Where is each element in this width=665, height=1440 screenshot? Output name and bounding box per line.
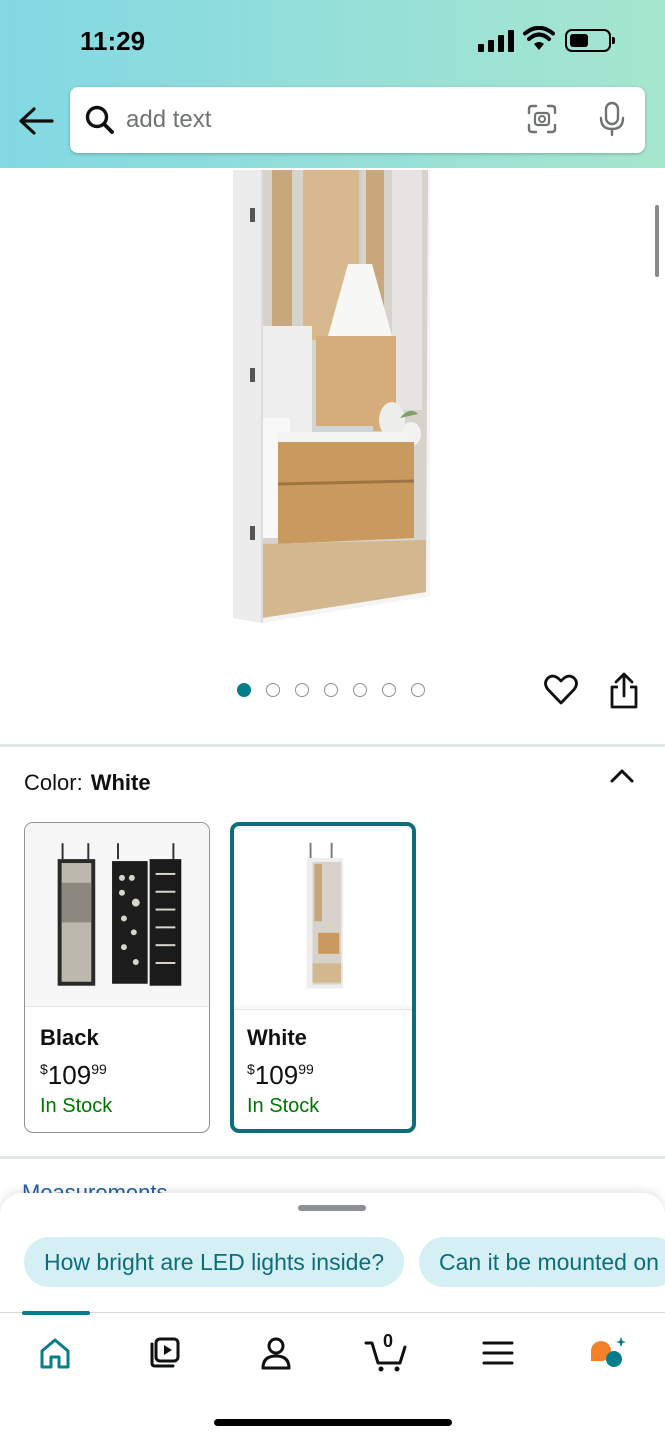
pager-dot[interactable] <box>353 683 367 697</box>
search-bar[interactable] <box>70 87 645 153</box>
price-whole: 109 <box>47 1060 92 1090</box>
image-pager[interactable] <box>237 683 425 697</box>
measurements-heading[interactable]: Measurements <box>22 1180 168 1194</box>
search-icon <box>85 105 114 134</box>
heart-icon[interactable] <box>543 672 579 708</box>
pager-dot[interactable] <box>295 683 309 697</box>
account-icon[interactable] <box>251 1333 301 1373</box>
status-time: 11:29 <box>80 26 146 56</box>
price-whole: 109 <box>254 1060 299 1090</box>
battery-icon <box>565 29 615 52</box>
home-indicator[interactable] <box>214 1419 452 1426</box>
swatch-price: $10999 <box>40 1060 107 1091</box>
sheet-drag-handle[interactable] <box>298 1205 366 1211</box>
price-symbol: $ <box>40 1061 48 1077</box>
swatch-thumbnail-white <box>234 826 412 1010</box>
cart-count: 0 <box>383 1331 394 1351</box>
section-divider <box>0 1156 665 1159</box>
pager-dot[interactable] <box>382 683 396 697</box>
section-divider <box>0 744 665 747</box>
variant-label: Color: White <box>24 770 151 796</box>
bottom-tab-bar: 0 <box>0 1311 665 1440</box>
active-tab-indicator <box>22 1311 90 1315</box>
swatch-stock-status: In Stock <box>40 1095 113 1117</box>
swatch-stock-status: In Stock <box>247 1095 320 1117</box>
swatch-price: $10999 <box>247 1060 314 1091</box>
product-image[interactable] <box>0 168 665 668</box>
wifi-icon <box>523 26 555 50</box>
share-icon[interactable] <box>608 672 640 710</box>
app-header: 11:29 <box>0 0 665 168</box>
price-cents: 99 <box>298 1061 314 1077</box>
cart-tab[interactable]: 0 <box>362 1331 412 1373</box>
swatch-black[interactable]: Black $10999 In Stock <box>24 822 210 1133</box>
rufus-icon[interactable] <box>585 1333 635 1373</box>
pager-dot[interactable] <box>411 683 425 697</box>
page-scrollbar[interactable] <box>655 205 659 277</box>
swatch-name: White <box>247 1025 307 1050</box>
menu-icon[interactable] <box>473 1333 523 1373</box>
suggestions-sheet[interactable]: How bright are LED lights inside? Can it… <box>0 1193 665 1323</box>
chevron-up-icon[interactable] <box>608 764 636 788</box>
suggestion-chip[interactable]: Can it be mounted on <box>419 1237 665 1287</box>
home-icon[interactable] <box>30 1333 80 1373</box>
swatch-name: Black <box>40 1025 99 1050</box>
swatch-white[interactable]: White $10999 In Stock <box>230 822 416 1133</box>
price-symbol: $ <box>247 1061 255 1077</box>
suggestion-chip[interactable]: How bright are LED lights inside? <box>24 1237 405 1287</box>
color-label-text: Color: <box>24 770 83 795</box>
cellular-signal-icon <box>478 30 514 52</box>
microphone-icon[interactable] <box>598 101 626 137</box>
swatch-thumbnail-black <box>25 823 209 1007</box>
price-cents: 99 <box>91 1061 107 1077</box>
pager-dot[interactable] <box>324 683 338 697</box>
camera-scan-icon[interactable] <box>526 103 558 135</box>
pager-dot[interactable] <box>266 683 280 697</box>
search-input[interactable] <box>126 101 506 139</box>
selected-color-value: White <box>90 770 151 795</box>
back-arrow-icon[interactable] <box>16 104 56 138</box>
video-icon[interactable] <box>141 1333 191 1373</box>
pager-dot[interactable] <box>237 683 251 697</box>
